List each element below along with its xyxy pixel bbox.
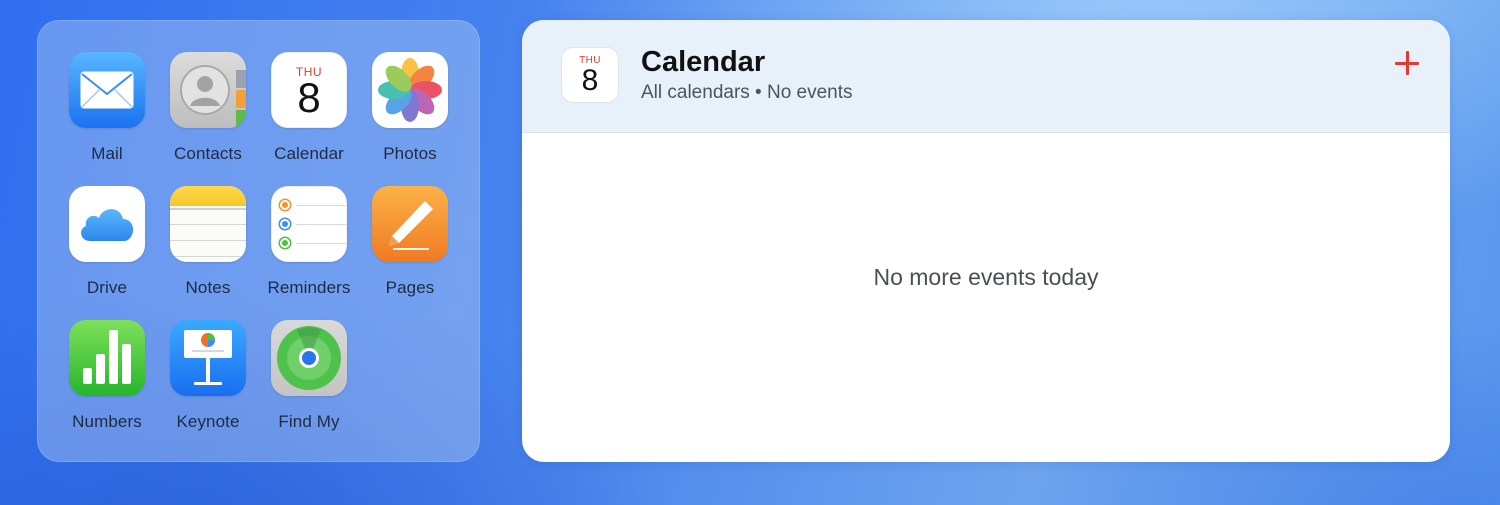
keynote-icon [170,320,246,396]
calendar-widget-header: THU 8 Calendar All calendars • No events [522,20,1450,133]
app-numbers[interactable]: Numbers [57,320,157,432]
calendar-widget-subtitle: All calendars • No events [641,82,853,103]
contacts-icon [170,52,246,128]
findmy-icon [271,320,347,396]
calendar-badge-date: 8 [581,64,599,97]
empty-events-message: No more events today [873,264,1099,290]
calendar-icon-date: 8 [297,74,321,121]
app-pages[interactable]: Pages [360,186,460,298]
app-label: Numbers [72,412,142,431]
plus-icon[interactable] [1394,50,1420,76]
app-notes[interactable]: Notes [158,186,258,298]
app-mail[interactable]: Mail [57,52,157,164]
calendar-widget-title[interactable]: Calendar [641,46,765,79]
app-label: Reminders [267,278,351,297]
app-contacts[interactable]: Contacts [158,52,258,164]
app-drive[interactable]: Drive [57,186,157,298]
app-label: Mail [91,144,123,163]
app-label: Notes [185,278,231,297]
app-label: Drive [86,278,128,297]
reminders-icon [271,186,347,262]
app-reminders[interactable]: Reminders [259,186,359,298]
app-calendar[interactable]: THU 8 Calendar [259,52,359,164]
app-label: Keynote [176,412,240,431]
app-label: Pages [385,278,435,297]
app-label: Calendar [274,144,344,163]
photos-icon [372,52,448,128]
apps-panel: Mail Contacts THU 8 Calendar Photos Driv… [37,20,480,462]
numbers-icon [69,320,145,396]
app-photos[interactable]: Photos [360,52,460,164]
mail-icon [69,52,145,128]
calendar-widget[interactable]: THU 8 Calendar All calendars • No events… [522,20,1450,462]
pages-icon [372,186,448,262]
notes-icon [170,186,246,262]
calendar-icon: THU 8 [271,52,347,128]
app-label: Contacts [174,144,242,163]
cloud-icon [69,186,145,262]
app-label: Photos [383,144,437,163]
calendar-icon: THU 8 [561,47,619,103]
app-keynote[interactable]: Keynote [158,320,258,432]
app-label: Find My [278,412,340,431]
app-findmy[interactable]: Find My [259,320,359,432]
